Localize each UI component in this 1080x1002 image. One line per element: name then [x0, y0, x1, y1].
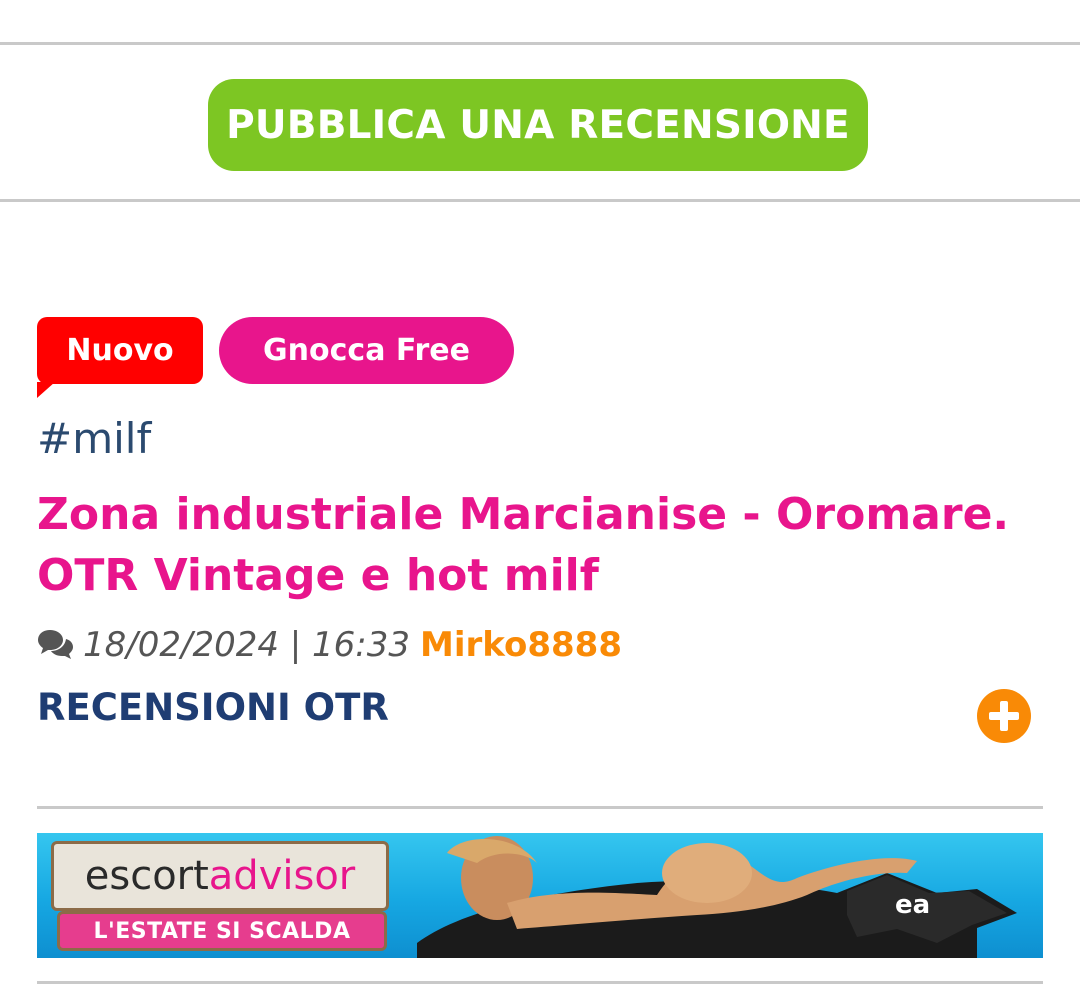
ad-illustration: ea	[417, 836, 1017, 958]
plus-circle-icon[interactable]	[977, 689, 1031, 743]
ad-brand-part2: advisor	[208, 853, 356, 899]
divider-ad-top	[37, 806, 1043, 809]
ad-brand-sign: escort advisor	[51, 841, 389, 911]
post-hashtag[interactable]: #milf	[37, 414, 151, 463]
ad-banner[interactable]: escort advisor L'ESTATE SI SCALDA ea	[37, 833, 1043, 958]
divider-top	[0, 42, 1080, 45]
post-title[interactable]: Zona industriale Marcianise - Oromare. O…	[37, 484, 1037, 606]
post-author[interactable]: Mirko8888	[420, 625, 622, 665]
ad-slogan: L'ESTATE SI SCALDA	[57, 911, 387, 951]
post-category[interactable]: RECENSIONI OTR	[37, 686, 389, 729]
post-meta: 18/02/2024 | 16:33 Mirko8888	[37, 620, 622, 670]
divider-ad-bottom	[37, 981, 1043, 984]
divider-header	[0, 199, 1080, 202]
new-badge: Nuovo	[37, 317, 203, 384]
publish-review-button[interactable]: PUBBLICA UNA RECENSIONE	[208, 79, 868, 171]
gnocca-free-badge[interactable]: Gnocca Free	[219, 317, 514, 384]
comment-icon	[37, 628, 75, 662]
ad-logo-mark: ea	[895, 890, 930, 920]
new-badge-tail	[37, 382, 55, 398]
review-page: PUBBLICA UNA RECENSIONE Nuovo Gnocca Fre…	[0, 0, 1080, 1002]
ad-brand-part1: escort	[84, 853, 209, 899]
post-date: 18/02/2024 | 16:33	[83, 625, 411, 665]
